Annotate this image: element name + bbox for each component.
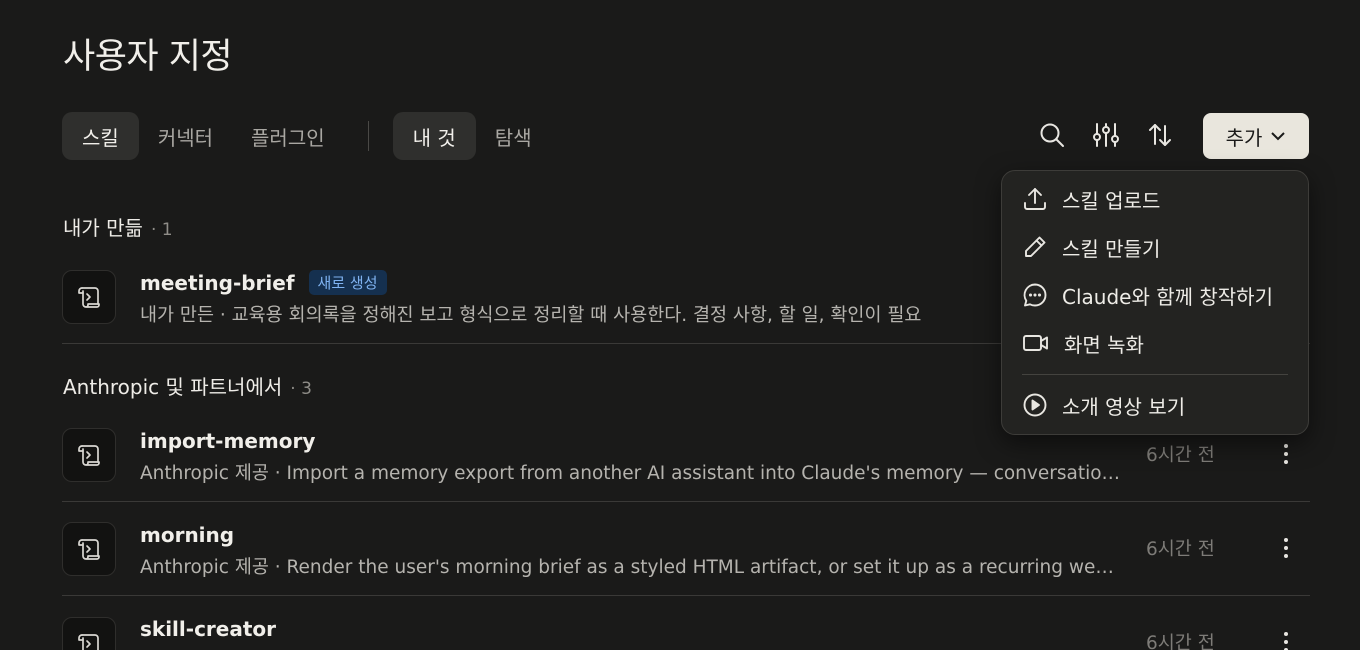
scroll-icon <box>78 287 100 308</box>
search-button[interactable] <box>1030 113 1074 157</box>
skill-icon <box>62 270 116 324</box>
skill-row-morning[interactable]: morning Anthropic 제공 · Render the user's… <box>62 502 1310 596</box>
section-header-mine: 내가 만듦 · 1 <box>63 212 173 241</box>
filter-button[interactable] <box>1084 113 1128 157</box>
menu-divider <box>1022 374 1288 375</box>
skill-name-text: meeting-brief <box>140 270 295 295</box>
scroll-icon <box>78 539 100 560</box>
toolbar <box>1030 113 1192 157</box>
updated-time: 6시간 전 <box>1146 633 1215 650</box>
more-options-button[interactable] <box>1272 531 1300 565</box>
tab-connectors[interactable]: 커넥터 <box>139 112 232 160</box>
menu-item-screen-record[interactable]: 화면 녹화 <box>1022 323 1292 363</box>
add-dropdown-menu: 스킬 업로드 스킬 만들기 Claude와 함께 창작하기 화면 녹화 소개 영… <box>1001 170 1309 435</box>
dot <box>1284 632 1288 636</box>
skill-row-skill-creator[interactable]: skill-creator 6시간 전 <box>62 596 1310 650</box>
tab-mine[interactable]: 내 것 <box>392 112 476 160</box>
menu-item-upload-skill[interactable]: 스킬 업로드 <box>1022 179 1292 219</box>
scroll-icon <box>78 445 100 466</box>
section-count: · 1 <box>150 220 173 240</box>
scroll-icon <box>78 634 99 650</box>
section-count: · 3 <box>290 379 312 399</box>
sort-arrows-icon <box>1149 124 1171 146</box>
new-badge: 새로 생성 <box>308 270 387 295</box>
section-title: 내가 만듦 <box>63 216 143 240</box>
upload-icon <box>1024 188 1046 210</box>
tab-divider <box>367 121 369 151</box>
sort-button[interactable] <box>1138 113 1182 157</box>
add-button-label: 추가 <box>1225 125 1263 150</box>
menu-item-create-with-claude[interactable]: Claude와 함께 창작하기 <box>1022 275 1292 315</box>
tab-skills[interactable]: 스킬 <box>62 112 139 160</box>
chevron-down-icon <box>1271 132 1286 141</box>
updated-time: 6시간 전 <box>1146 539 1215 560</box>
tab-plugins[interactable]: 플러그인 <box>232 112 344 160</box>
video-camera-icon <box>1023 335 1048 351</box>
section-header-partners: Anthropic 및 파트너에서 · 3 <box>63 371 312 400</box>
add-button[interactable]: 추가 <box>1203 113 1309 159</box>
skill-name: meeting-brief 새로 생성 <box>140 270 387 295</box>
page-title: 사용자 지정 <box>63 37 233 77</box>
play-circle-icon <box>1023 393 1047 417</box>
section-title: Anthropic 및 파트너에서 <box>63 375 283 399</box>
menu-item-intro-video[interactable]: 소개 영상 보기 <box>1022 385 1292 425</box>
skill-icon <box>62 522 116 576</box>
menu-item-label: 화면 녹화 <box>1064 332 1144 357</box>
menu-item-label: 스킬 만들기 <box>1062 236 1161 261</box>
dot <box>1284 538 1288 542</box>
menu-item-label: 소개 영상 보기 <box>1062 394 1186 419</box>
updated-time: 6시간 전 <box>1146 445 1215 466</box>
more-options-button[interactable] <box>1272 437 1300 471</box>
skill-description: Anthropic 제공 · Import a memory export fr… <box>140 463 1125 484</box>
skill-icon <box>62 428 116 482</box>
sliders-icon <box>1093 123 1119 147</box>
skill-icon <box>62 617 116 650</box>
menu-item-label: Claude와 함께 창작하기 <box>1062 284 1273 309</box>
dot <box>1284 444 1288 448</box>
skill-description: 내가 만든 · 교육용 회의록을 정해진 보고 형식으로 정리할 때 사용한다.… <box>140 305 922 326</box>
skill-name: morning <box>140 523 235 547</box>
tab-bar: 스킬 커넥터 플러그인 내 것 탐색 <box>62 112 551 160</box>
chat-bubble-icon <box>1023 283 1047 307</box>
dot <box>1284 546 1288 550</box>
dot <box>1284 452 1288 456</box>
skill-name: skill-creator <box>140 617 277 641</box>
menu-item-create-skill[interactable]: 스킬 만들기 <box>1022 227 1292 267</box>
menu-item-label: 스킬 업로드 <box>1062 188 1161 213</box>
dot <box>1284 640 1288 644</box>
more-options-button[interactable] <box>1272 625 1300 650</box>
skill-description: Anthropic 제공 · Render the user's morning… <box>140 557 1125 578</box>
dot <box>1284 554 1288 558</box>
search-icon <box>1040 123 1064 147</box>
tab-explore[interactable]: 탐색 <box>476 112 551 160</box>
dot <box>1284 460 1288 464</box>
skill-name: import-memory <box>140 429 316 453</box>
pencil-icon <box>1025 236 1046 257</box>
